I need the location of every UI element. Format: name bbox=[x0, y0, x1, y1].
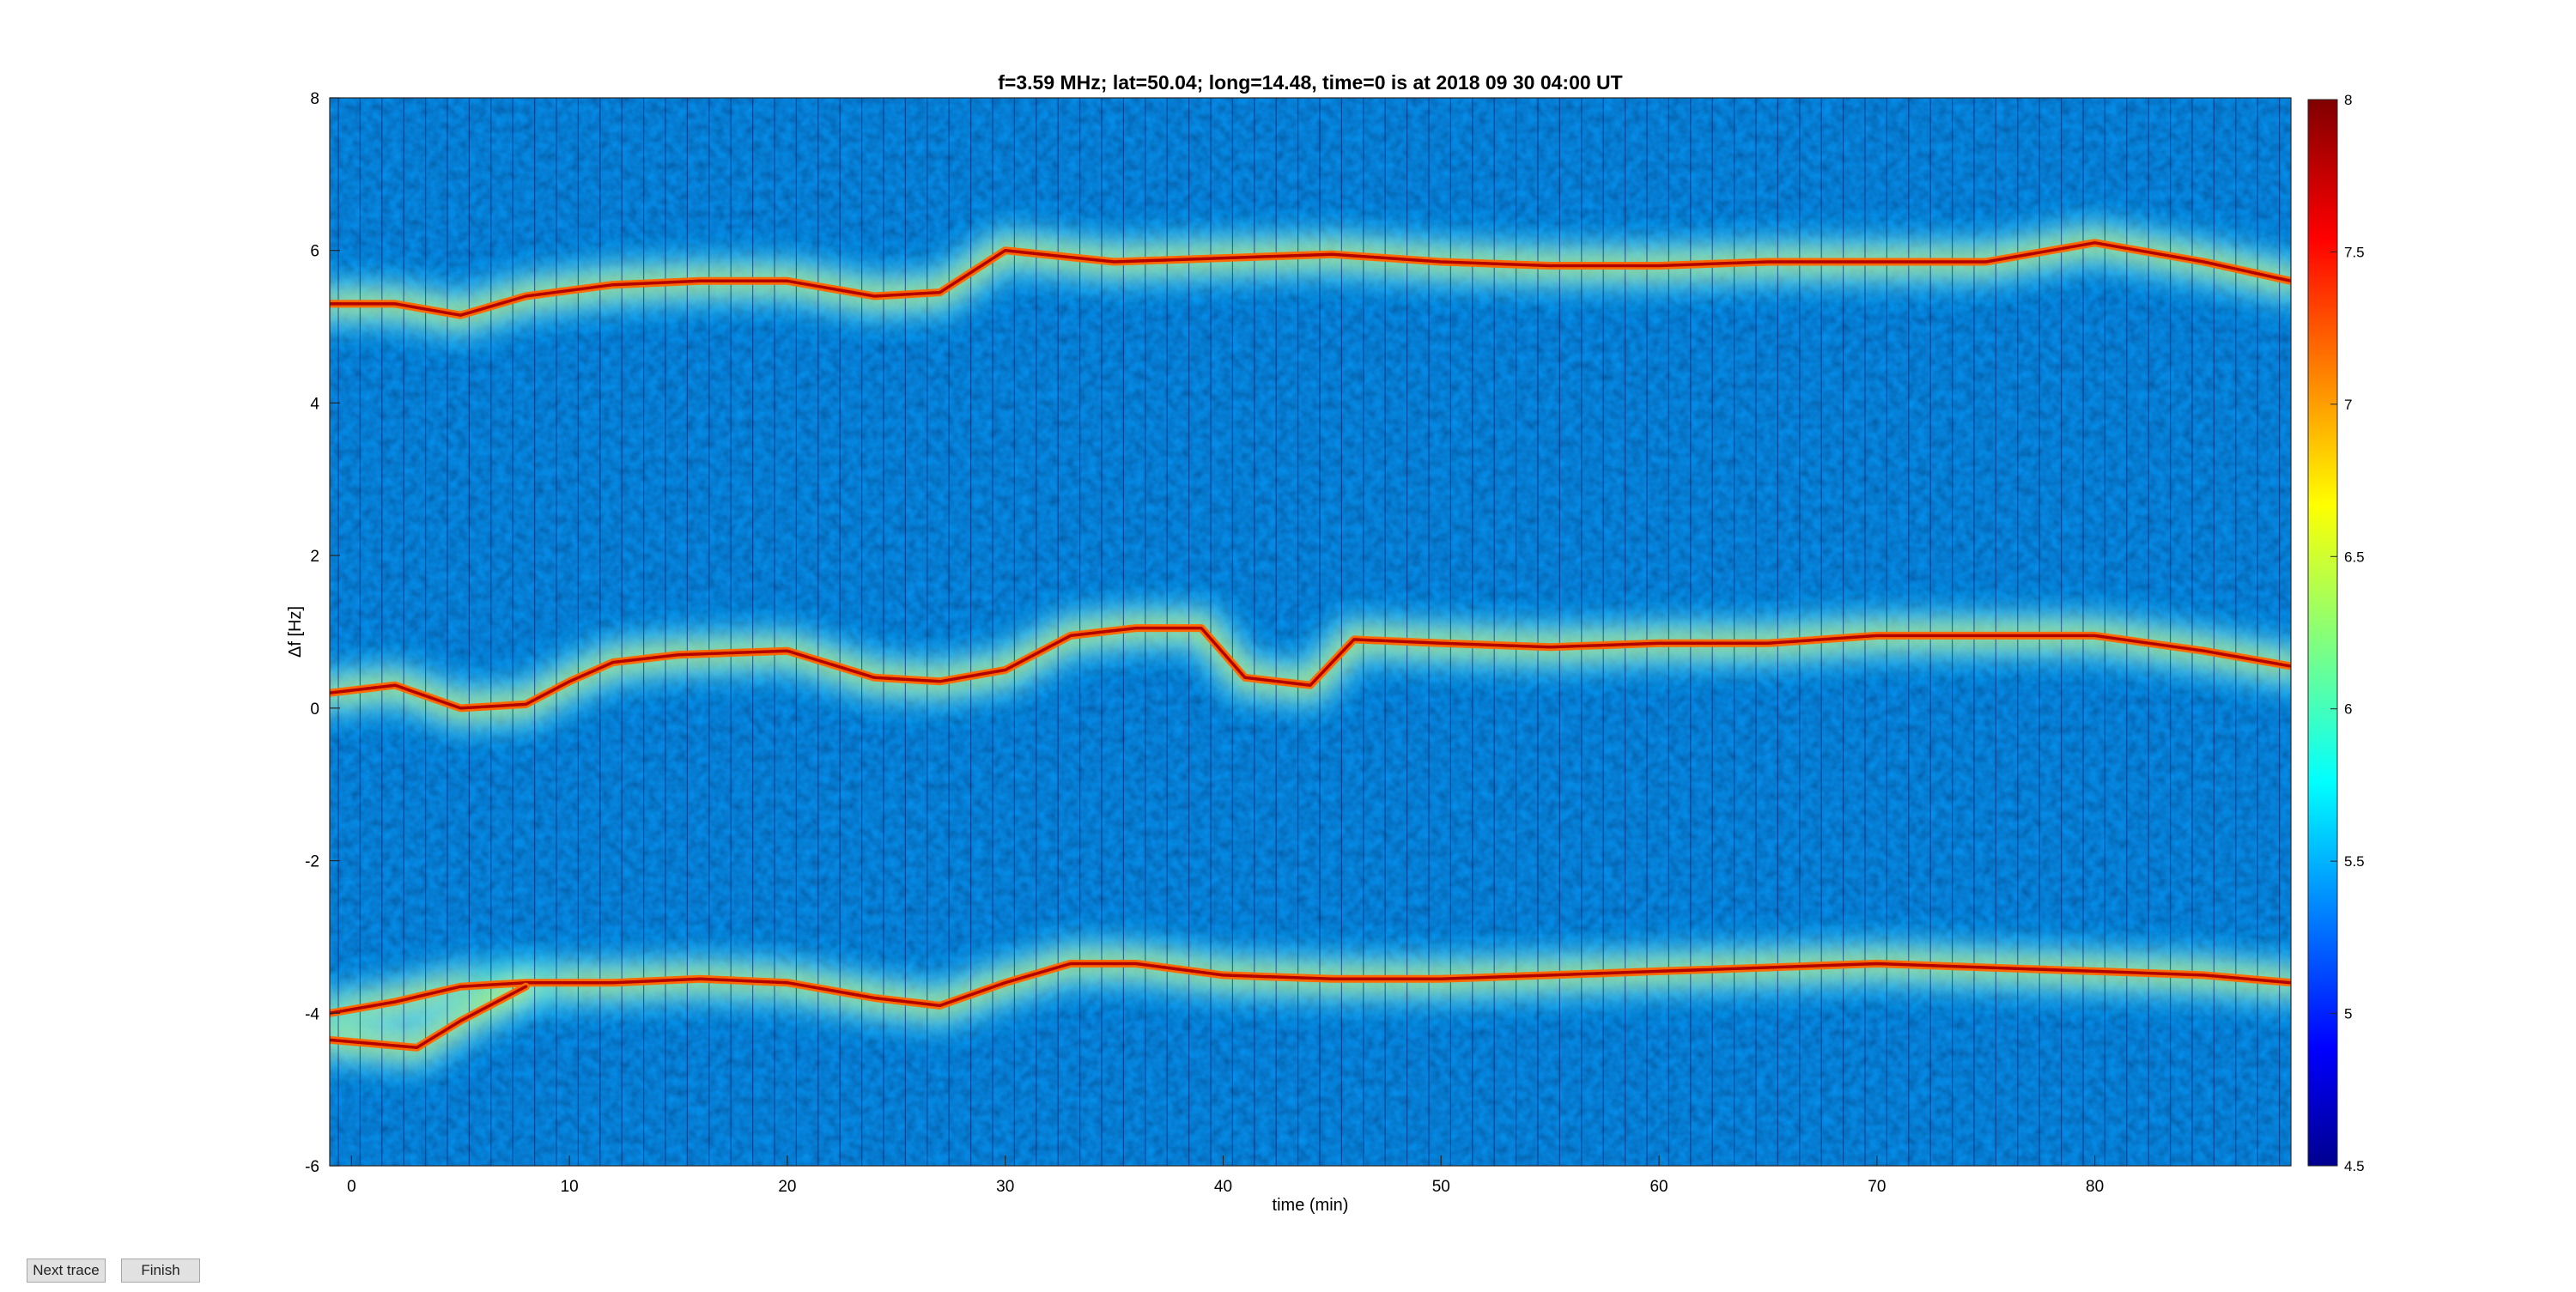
y-tick-label: -2 bbox=[305, 853, 319, 871]
next-trace-button[interactable]: Next trace bbox=[27, 1259, 106, 1283]
y-tick-label: 8 bbox=[310, 90, 319, 108]
plot-area bbox=[330, 98, 2291, 1166]
x-tick-label: 0 bbox=[347, 1178, 356, 1196]
x-tick-label: 40 bbox=[1214, 1178, 1232, 1196]
y-axis-label: Δf [Hz] bbox=[286, 606, 305, 658]
x-tick-label: 10 bbox=[561, 1178, 579, 1196]
spectrogram-figure: f=3.59 MHz; lat=50.04; long=14.48, time=… bbox=[286, 71, 2365, 1215]
x-axis-label: time (min) bbox=[1273, 1196, 1349, 1215]
colorbar-tick-label: 5.5 bbox=[2344, 853, 2365, 870]
colorbar-tick-label: 6 bbox=[2344, 701, 2352, 718]
y-tick-label: 0 bbox=[310, 701, 319, 719]
colorbar-tick-label: 5 bbox=[2344, 1006, 2352, 1022]
colorbar-tick-label: 7.5 bbox=[2344, 244, 2365, 260]
colorbar-tick-label: 7 bbox=[2344, 397, 2352, 413]
colorbar-tick-label: 4.5 bbox=[2344, 1158, 2365, 1174]
x-tick-label: 50 bbox=[1432, 1178, 1450, 1196]
chart-title: f=3.59 MHz; lat=50.04; long=14.48, time=… bbox=[998, 71, 1622, 94]
colorbar: 4.5 5 5.5 6 6.5 7 7.5 8 bbox=[2307, 92, 2365, 1174]
y-tick-label: 2 bbox=[310, 548, 319, 566]
y-tick-label: -6 bbox=[305, 1158, 319, 1176]
x-tick-label: 20 bbox=[778, 1178, 796, 1196]
x-tick-label: 70 bbox=[1868, 1178, 1886, 1196]
y-tick-label: -4 bbox=[305, 1005, 319, 1023]
y-tick-label: 6 bbox=[310, 243, 319, 261]
colorbar-tick-label: 8 bbox=[2344, 92, 2352, 108]
y-tick-label: 4 bbox=[310, 395, 319, 413]
finish-button[interactable]: Finish bbox=[121, 1259, 200, 1283]
colorbar-tick-label: 6.5 bbox=[2344, 549, 2365, 565]
x-tick-label: 30 bbox=[996, 1178, 1014, 1196]
x-tick-label: 60 bbox=[1649, 1178, 1668, 1196]
x-tick-label: 80 bbox=[2086, 1178, 2104, 1196]
colorbar-gradient bbox=[2307, 99, 2338, 1167]
